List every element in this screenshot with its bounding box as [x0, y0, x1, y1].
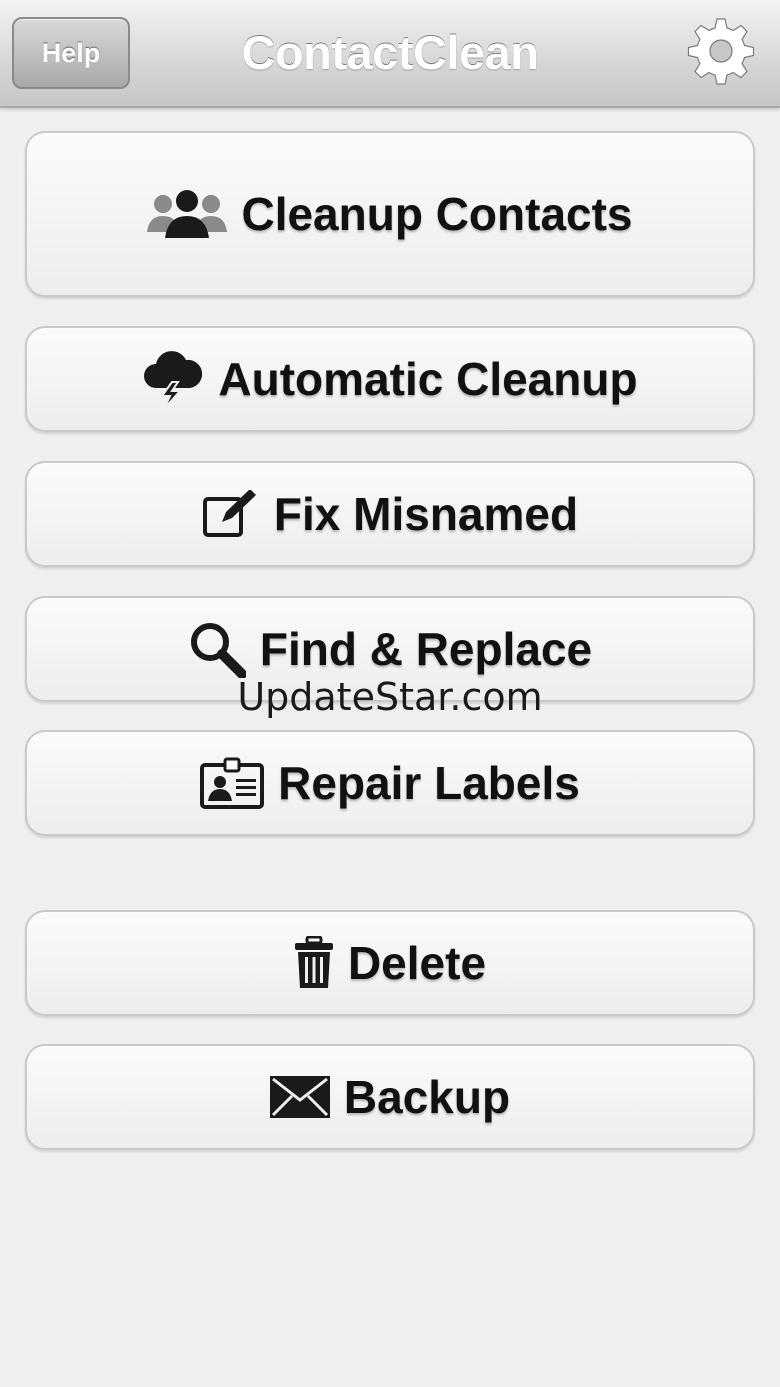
magnifier-icon: [188, 620, 246, 678]
repair-labels-button[interactable]: Repair Labels: [25, 730, 755, 836]
app-title: ContactClean: [241, 26, 539, 79]
edit-icon: [202, 490, 260, 538]
backup-label: Backup: [343, 1071, 511, 1123]
automatic-cleanup-label: Automatic Cleanup: [218, 353, 638, 405]
delete-button[interactable]: Delete: [25, 910, 755, 1016]
id-card-icon: [200, 757, 265, 809]
trash-icon: [294, 936, 334, 990]
find-replace-button[interactable]: Find & Replace: [25, 596, 755, 702]
help-button[interactable]: Help: [12, 17, 130, 89]
people-icon: [147, 188, 228, 240]
automatic-cleanup-button[interactable]: Automatic Cleanup: [25, 326, 755, 432]
envelope-icon: [269, 1076, 330, 1118]
help-button-label: Help: [41, 37, 101, 68]
gear-icon[interactable]: [685, 15, 757, 87]
fix-misnamed-button[interactable]: Fix Misnamed: [25, 461, 755, 567]
find-replace-label: Find & Replace: [259, 623, 593, 675]
navigation-bar: Help ContactClean: [0, 0, 780, 108]
repair-labels-label: Repair Labels: [278, 757, 580, 809]
delete-label: Delete: [347, 937, 487, 989]
backup-button[interactable]: Backup: [25, 1044, 755, 1150]
storm-cloud-icon: [142, 348, 204, 410]
fix-misnamed-label: Fix Misnamed: [273, 488, 579, 540]
cleanup-contacts-label: Cleanup Contacts: [241, 188, 633, 240]
cleanup-contacts-button[interactable]: Cleanup Contacts: [25, 131, 755, 297]
